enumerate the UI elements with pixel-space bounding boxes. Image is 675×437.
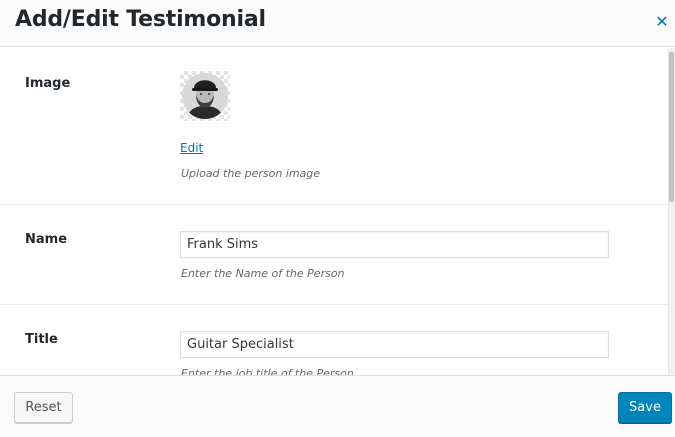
image-label: Image: [25, 76, 71, 91]
scrollbar-thumb[interactable]: [669, 52, 674, 202]
close-icon: ✕: [655, 12, 669, 31]
name-field-row: Name Enter the Name of the Person: [0, 205, 668, 305]
modal-body[interactable]: Image Edit Upload the person image Name: [0, 48, 675, 375]
title-help-text: Enter the job title of the Person: [181, 367, 354, 375]
name-input[interactable]: [180, 231, 609, 258]
modal-footer: Reset Save: [0, 375, 675, 437]
image-field-row: Image Edit Upload the person image: [0, 48, 668, 205]
edit-image-link[interactable]: Edit: [180, 141, 203, 155]
close-button[interactable]: ✕: [649, 9, 675, 35]
modal-title: Add/Edit Testimonial: [15, 7, 266, 32]
person-avatar[interactable]: [180, 71, 230, 121]
modal-header: Add/Edit Testimonial ✕: [0, 0, 675, 47]
scrollbar[interactable]: [668, 48, 675, 375]
reset-button[interactable]: Reset: [14, 392, 73, 423]
title-field-row: Title Enter the job title of the Person: [0, 305, 668, 375]
name-help-text: Enter the Name of the Person: [181, 267, 345, 280]
title-label: Title: [25, 332, 58, 347]
save-button[interactable]: Save: [618, 392, 672, 423]
image-help-text: Upload the person image: [181, 167, 321, 180]
title-input[interactable]: [180, 331, 609, 358]
name-label: Name: [25, 232, 68, 247]
person-photo: [182, 73, 228, 119]
